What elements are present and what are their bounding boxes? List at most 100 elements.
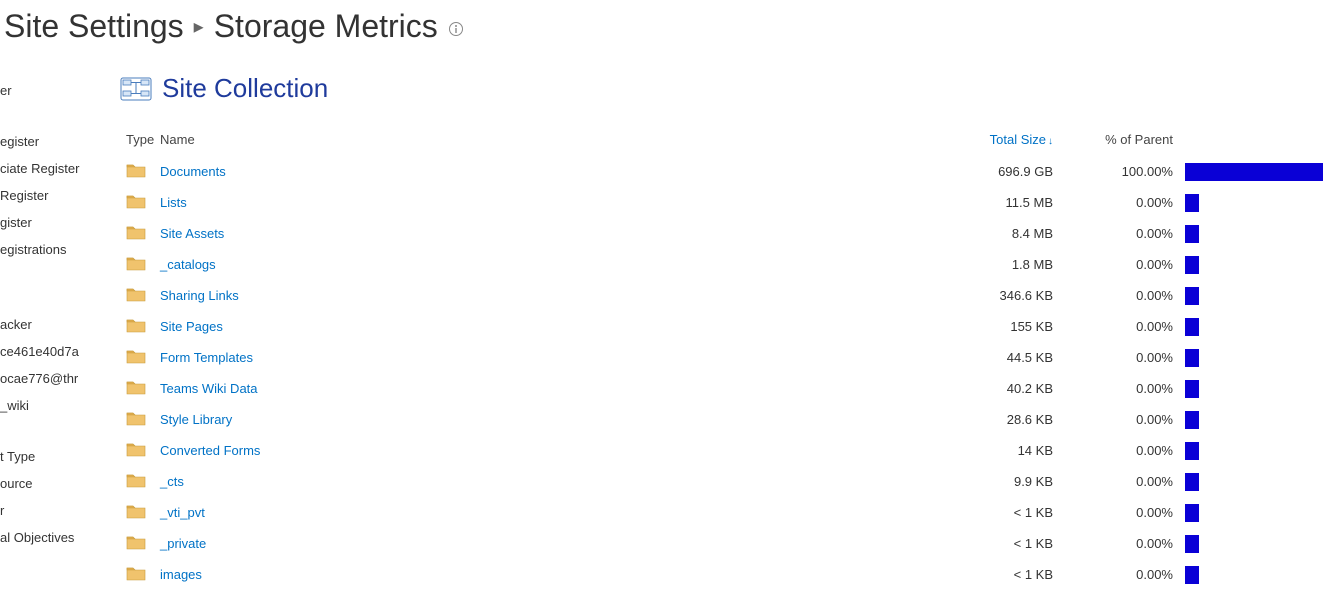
table-row: _vti_pvt < 1 KB0.00% [120,497,1329,528]
item-percent: 0.00% [1059,559,1179,590]
item-percent: 0.00% [1059,528,1179,559]
percent-bar [1185,473,1199,491]
percent-bar [1185,287,1199,305]
item-size: 40.2 KB [829,373,1059,404]
sidebar-item[interactable]: r [0,497,120,524]
item-name-link[interactable]: _private [160,536,206,551]
item-percent: 0.00% [1059,311,1179,342]
table-row: Sharing Links346.6 KB0.00% [120,280,1329,311]
item-name-link[interactable]: _cts [160,474,184,489]
sidebar-item[interactable]: ocae776@thr [0,365,120,392]
sidebar-item[interactable]: _wiki [0,392,120,419]
sidebar-item[interactable]: t Type [0,443,120,470]
percent-bar [1185,411,1199,429]
table-row: Converted Forms14 KB0.00% [120,435,1329,466]
table-header-row: Type Name Total Size↓ % of Parent [120,124,1329,156]
breadcrumb-current: Storage Metrics [214,8,438,45]
breadcrumb-parent[interactable]: Site Settings [4,8,184,45]
item-name-link[interactable]: Site Pages [160,319,223,334]
site-collection-icon [120,77,152,101]
item-size: < 1 KB [829,559,1059,590]
sidebar-item[interactable]: ce461e40d7a [0,338,120,365]
item-percent: 0.00% [1059,187,1179,218]
folder-icon [126,472,146,488]
info-icon[interactable] [444,8,464,45]
sort-desc-icon: ↓ [1048,136,1053,147]
item-size: 14 KB [829,435,1059,466]
table-row: Form Templates 44.5 KB0.00% [120,342,1329,373]
collection-header: Site Collection [120,63,1329,124]
folder-icon [126,286,146,302]
column-name[interactable]: Name [154,124,829,156]
table-row: _private < 1 KB0.00% [120,528,1329,559]
percent-bar [1185,225,1199,243]
item-name-link[interactable]: _catalogs [160,257,216,272]
folder-icon [126,255,146,271]
item-name-link[interactable]: Documents [160,164,226,179]
sidebar-item[interactable]: gister [0,209,120,236]
item-size: 28.6 KB [829,404,1059,435]
item-size: 1.8 MB [829,249,1059,280]
folder-icon [126,224,146,240]
sidebar-item[interactable]: egistrations [0,236,120,263]
item-size: 9.9 KB [829,466,1059,497]
sidebar-item[interactable]: Register [0,182,120,209]
sidebar-item[interactable]: al Objectives [0,524,120,551]
item-name-link[interactable]: Sharing Links [160,288,239,303]
item-size: 44.5 KB [829,342,1059,373]
percent-bar [1185,163,1323,181]
sidebar-item[interactable]: ource [0,470,120,497]
item-name-link[interactable]: Form Templates [160,350,253,365]
sidebar-item[interactable]: acker [0,311,120,338]
storage-table: Type Name Total Size↓ % of Parent Docume… [120,124,1329,590]
item-name-link[interactable]: _vti_pvt [160,505,205,520]
item-name-link[interactable]: Style Library [160,412,232,427]
column-type[interactable]: Type [120,124,154,156]
folder-icon [126,441,146,457]
item-size: 155 KB [829,311,1059,342]
item-percent: 0.00% [1059,342,1179,373]
item-size: 11.5 MB [829,187,1059,218]
left-nav: er egisterciate RegisterRegistergisteregi… [0,53,120,590]
item-percent: 0.00% [1059,404,1179,435]
item-percent: 0.00% [1059,249,1179,280]
folder-icon [126,379,146,395]
percent-bar [1185,380,1199,398]
collection-title[interactable]: Site Collection [162,73,328,104]
item-percent: 0.00% [1059,373,1179,404]
item-size: 346.6 KB [829,280,1059,311]
table-row: _catalogs 1.8 MB0.00% [120,249,1329,280]
column-percent[interactable]: % of Parent [1059,124,1179,156]
table-row: Site Assets8.4 MB0.00% [120,218,1329,249]
folder-icon [126,410,146,426]
breadcrumb-separator: ▸ [194,14,204,39]
item-name-link[interactable]: Lists [160,195,187,210]
item-name-link[interactable]: images [160,567,202,582]
folder-icon [126,565,146,581]
percent-bar [1185,442,1199,460]
item-percent: 0.00% [1059,466,1179,497]
column-total-size[interactable]: Total Size↓ [829,124,1059,156]
sidebar-item[interactable]: egister [0,128,120,155]
item-name-link[interactable]: Teams Wiki Data [160,381,258,396]
item-percent: 0.00% [1059,218,1179,249]
item-size: < 1 KB [829,497,1059,528]
folder-icon [126,503,146,519]
item-name-link[interactable]: Site Assets [160,226,224,241]
item-percent: 0.00% [1059,497,1179,528]
item-name-link[interactable]: Converted Forms [160,443,260,458]
main-content: Site Collection Type Name Total Size↓ % … [120,53,1329,590]
percent-bar [1185,256,1199,274]
sidebar-item[interactable]: ciate Register [0,155,120,182]
item-size: 696.9 GB [829,156,1059,188]
item-percent: 100.00% [1059,156,1179,188]
percent-bar [1185,318,1199,336]
folder-icon [126,193,146,209]
folder-icon [126,534,146,550]
table-row: Teams Wiki Data 40.2 KB0.00% [120,373,1329,404]
item-size: < 1 KB [829,528,1059,559]
table-row: _cts 9.9 KB0.00% [120,466,1329,497]
table-row: images < 1 KB0.00% [120,559,1329,590]
sidebar-item[interactable]: er [0,77,120,104]
table-row: Style Library 28.6 KB0.00% [120,404,1329,435]
